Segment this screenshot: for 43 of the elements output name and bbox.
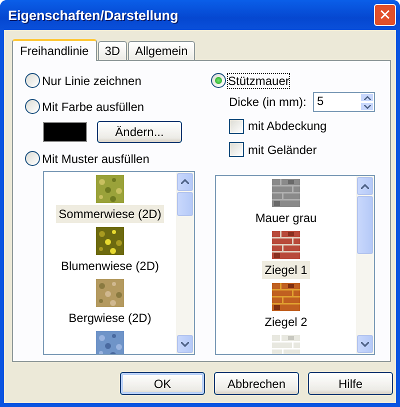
list-item[interactable]: Mauer grau <box>252 209 320 228</box>
caret-down-icon <box>364 104 370 109</box>
scroll-down-button[interactable] <box>177 335 193 354</box>
dialog-button[interactable]: Abbrechen <box>214 372 299 395</box>
tab[interactable]: Allgemein <box>128 41 195 60</box>
close-button[interactable]: ✕ <box>374 4 396 26</box>
radio-button[interactable] <box>25 151 40 166</box>
scrollbar[interactable] <box>176 172 194 354</box>
tab[interactable]: 3D <box>98 41 128 60</box>
list-item[interactable]: Blumenwiese (2D) <box>58 256 162 275</box>
caret-up-icon <box>364 96 370 100</box>
checkbox[interactable] <box>229 118 244 134</box>
caret-up-icon <box>181 179 189 184</box>
caret-down-icon <box>361 342 369 346</box>
checkbox[interactable] <box>229 142 244 157</box>
radio-label[interactable]: Mit Muster ausfüllen <box>42 152 150 166</box>
caret-down-icon <box>181 342 189 347</box>
list-item[interactable]: Ziegel 1 <box>262 261 310 280</box>
list-item[interactable]: Ziegel 2 <box>262 313 310 332</box>
radio-button[interactable] <box>25 99 40 114</box>
caret-up-icon <box>361 184 369 189</box>
scroll-thumb[interactable] <box>357 196 373 254</box>
thickness-spinner[interactable]: 5 <box>313 92 375 112</box>
tab[interactable]: Freihandlinie <box>12 39 97 61</box>
list-item[interactable]: Sommerwiese (2D) <box>56 204 164 223</box>
radio-button[interactable] <box>25 73 40 88</box>
scroll-up-button[interactable] <box>177 172 193 191</box>
list-item[interactable]: Bergwiese (2D) <box>66 308 154 327</box>
change-button[interactable]: Ändern... <box>97 120 182 143</box>
radio-label[interactable]: Stützmauer <box>228 74 290 88</box>
radio-button[interactable] <box>211 73 226 88</box>
scrollbar[interactable] <box>356 176 374 354</box>
scroll-down-button[interactable] <box>357 335 373 353</box>
radio-label[interactable]: Nur Linie zeichnen <box>42 74 142 88</box>
thickness-label: Dicke (in mm): <box>229 95 306 110</box>
scroll-up-button[interactable] <box>357 177 373 196</box>
dialog-button[interactable]: OK <box>120 372 205 395</box>
checkbox-label[interactable]: mit Abdeckung <box>248 119 327 134</box>
radio-label[interactable]: Mit Farbe ausfüllen <box>42 100 144 114</box>
window-title: Eigenschaften/Darstellung <box>8 8 178 22</box>
scroll-thumb[interactable] <box>177 192 193 216</box>
dialog-button[interactable]: Hilfe <box>308 372 393 395</box>
checkbox-label[interactable]: mit Geländer <box>248 142 317 156</box>
